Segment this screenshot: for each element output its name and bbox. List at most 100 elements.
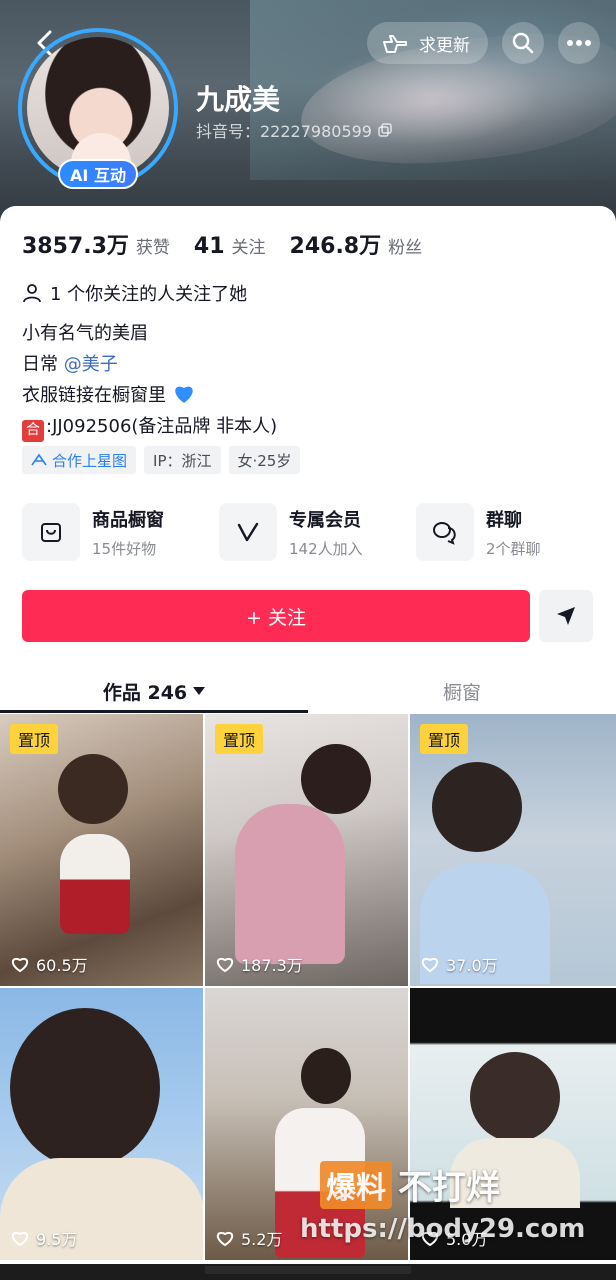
video-thumbnail [0,988,203,1260]
ai-interact-badge[interactable]: AI 互动 [58,159,138,189]
video-tile[interactable]: 置顶 187.3万 [205,714,410,986]
heart-outline-icon [216,958,234,973]
tab-shop-window[interactable]: 橱窗 [308,666,616,716]
send-arrow-icon [557,607,575,625]
video-likes-count: 9.5万 [36,1230,78,1249]
heart-outline-icon [216,1232,234,1247]
heart-outline-icon [421,958,439,973]
service-group-sub: 2个群聊 [486,539,541,558]
group-chat-icon [416,503,474,561]
video-tile[interactable]: 置顶 37.0万 [410,714,616,986]
video-likes: 9.5万 [10,1226,77,1250]
member-v-icon [219,503,277,561]
star-map-icon [31,453,47,466]
more-dots-icon [567,40,591,46]
service-membership[interactable]: 专属会员 142人加入 [219,503,416,561]
chip-star-cooperation[interactable]: 合作上星图 [22,446,137,474]
home-indicator [205,1266,411,1274]
video-tile[interactable]: 置顶 60.5万 [0,714,205,986]
services-row: 商品橱窗 15件好物 专属会员 142人加入 群聊 2个群聊 [22,503,613,561]
video-thumbnail [0,714,203,986]
bio-line-4: 合:JJ092506(备注品牌 非本人) [22,411,277,442]
video-thumbnail [410,714,616,986]
tab-works-label: 作品 246 [102,681,188,704]
mutual-follow-text: 1 个你关注的人关注了她 [50,284,248,305]
bio-line-3-text: 衣服链接在橱窗里 [22,385,166,406]
profile-card: 3857.3万 获赞 41 关注 246.8万 粉丝 1 个你关注的人关注了她 … [0,206,616,1280]
search-icon [512,32,534,54]
chip-ip-location: IP：浙江 [144,446,221,474]
pinned-badge: 置顶 [10,724,59,754]
bio-mention-link[interactable]: @美子 [64,354,118,375]
stat-followers-label: 粉丝 [388,238,423,258]
share-button[interactable] [539,590,593,642]
tab-works[interactable]: 作品 246 [0,666,308,716]
video-likes: 60.5万 [10,952,88,976]
service-group-title: 群聊 [486,509,522,531]
service-shop-window[interactable]: 商品橱窗 15件好物 [22,503,219,561]
red-tag-icon: 合 [22,419,44,442]
watermark: 爆料 不打烊 [320,1160,500,1209]
douyin-id: 抖音号：22227980599 [196,118,392,142]
pinned-badge: 置顶 [215,724,264,754]
request-update-label: 求更新 [419,35,470,56]
video-likes: 187.3万 [215,952,303,976]
bio-line-4-text: :JJ092506(备注品牌 非本人) [46,416,278,437]
person-icon [23,284,41,303]
chip-star-label: 合作上星图 [52,451,128,470]
stat-likes-value: 3857.3万 [22,234,129,259]
shop-bag-icon [22,503,80,561]
stat-following-value: 41 [193,234,225,259]
caret-down-icon [193,687,206,695]
service-member-sub: 142人加入 [289,539,363,558]
video-thumbnail [205,714,408,986]
video-likes-count: 60.5万 [36,956,88,975]
stat-following[interactable]: 41 关注 [194,233,266,259]
stat-likes[interactable]: 3857.3万 获赞 [22,228,170,260]
video-likes-count: 5.2万 [241,1230,283,1249]
heart-outline-icon [11,958,29,973]
search-button[interactable] [502,22,544,64]
video-grid: 置顶 60.5万 置顶 187.3万 置顶 37.0万 9.5万 5.2万 5.… [0,714,616,1260]
chip-gender-age: 女·25岁 [228,446,301,474]
username: 九成美 [196,83,281,116]
stat-following-label: 关注 [231,238,266,258]
video-likes: 37.0万 [420,952,498,976]
stat-followers-value: 246.8万 [289,234,382,259]
bio-line-1: 小有名气的美眉 [22,323,148,344]
follow-button[interactable]: + 关注 [22,590,530,642]
stat-likes-label: 获赞 [135,238,170,258]
tab-shop-label: 橱窗 [442,681,481,704]
douyin-id-text: 抖音号：22227980599 [196,122,372,141]
copy-icon[interactable] [378,123,392,137]
watermark-box: 爆料 [320,1160,392,1209]
stats-row: 3857.3万 获赞 41 关注 246.8万 粉丝 [22,228,446,260]
pinned-badge: 置顶 [420,724,469,754]
bio-line-2-prefix: 日常 [22,354,64,375]
watermark-url: https://body29.com [300,1214,586,1244]
video-likes-count: 187.3万 [241,956,303,975]
service-member-title: 专属会员 [289,509,361,531]
heart-outline-icon [11,1232,29,1247]
bio-line-2: 日常 @美子 [22,349,277,380]
more-button[interactable] [558,22,600,64]
avatar [27,37,169,179]
follow-button-label: + 关注 [246,606,306,629]
tag-chips: 合作上星图 IP：浙江 女·25岁 [22,446,301,474]
thumb-point-icon [383,35,407,53]
content-tabs: 作品 246 橱窗 [0,666,616,716]
video-likes-count: 37.0万 [446,956,498,975]
active-tab-indicator [0,710,308,713]
watermark-text: 不打烊 [398,1168,500,1208]
mutual-follow-row[interactable]: 1 个你关注的人关注了她 [22,280,247,306]
service-shop-sub: 15件好物 [92,539,157,558]
request-update-button[interactable]: 求更新 [367,22,488,64]
video-tile[interactable]: 9.5万 [0,988,205,1260]
bio-line-3: 衣服链接在橱窗里 [22,380,277,411]
bio: 小有名气的美眉 日常 @美子 衣服链接在橱窗里 合:JJ092506(备注品牌 … [22,318,277,442]
service-group-chat[interactable]: 群聊 2个群聊 [416,503,613,561]
stat-followers[interactable]: 246.8万 粉丝 [290,228,423,260]
service-shop-title: 商品橱窗 [92,509,164,531]
video-likes: 5.2万 [215,1226,282,1250]
blue-heart-icon [175,386,193,403]
